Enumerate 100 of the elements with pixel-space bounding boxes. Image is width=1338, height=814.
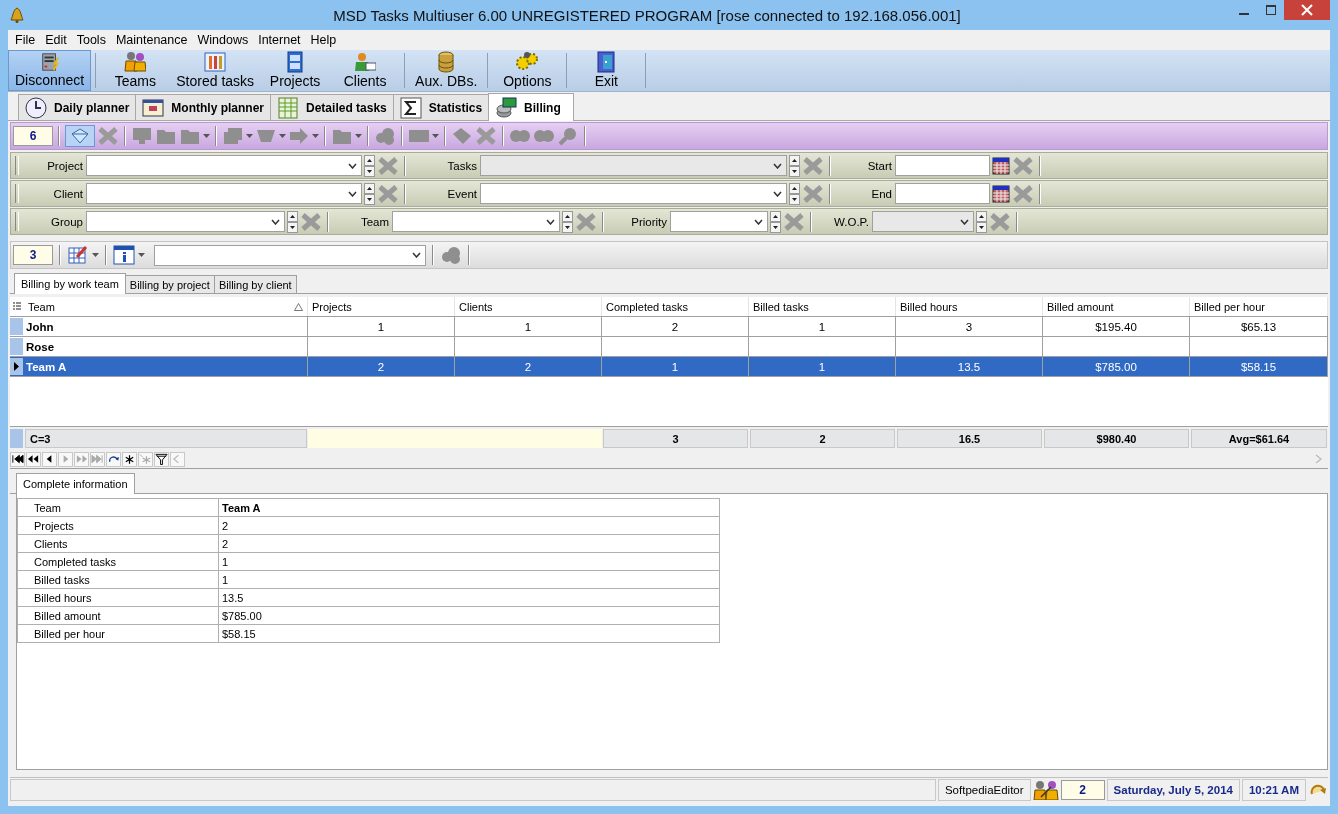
field-value: 13.5 <box>219 589 720 607</box>
menu-item[interactable]: Help <box>305 33 342 47</box>
tab[interactable]: Billing <box>488 93 574 121</box>
menu-item[interactable]: Internet <box>253 33 306 47</box>
calendar-icon[interactable] <box>992 156 1010 175</box>
spin-button[interactable] <box>789 154 800 177</box>
field-value: 2 <box>219 517 720 535</box>
info-icon[interactable] <box>113 245 135 265</box>
table-cell: 2 <box>671 320 679 333</box>
menu-item[interactable]: File <box>10 33 41 47</box>
toolbar-button[interactable]: Aux. DBs. <box>409 50 484 91</box>
delete-icon <box>475 126 497 146</box>
spin-button[interactable] <box>364 182 375 205</box>
table-cell: Rose <box>26 340 55 353</box>
field-value: $58.15 <box>219 625 720 643</box>
chevron-icon <box>546 218 555 225</box>
caret-icon <box>279 134 286 138</box>
field-label: Completed tasks <box>18 553 219 571</box>
tag-icon <box>451 126 473 146</box>
column-header[interactable]: Projects <box>308 297 455 316</box>
field-label: Billed tasks <box>18 571 219 589</box>
field-label: Priority <box>630 215 668 228</box>
column-header[interactable]: Billed tasks <box>749 297 896 316</box>
spin-button[interactable] <box>562 210 573 233</box>
tab[interactable]: Monthly planner <box>135 94 272 120</box>
delete-icon <box>377 183 399 204</box>
delete-icon <box>97 126 119 146</box>
table-cell: $65.13 <box>1240 320 1277 333</box>
tab[interactable]: Detailed tasks <box>270 94 394 120</box>
first-icon[interactable] <box>11 453 24 465</box>
toolbar-button[interactable]: Stored tasks <box>170 50 261 91</box>
menu-item[interactable]: Edit <box>40 33 72 47</box>
maximize-icon <box>1265 5 1276 15</box>
table-cell: 2 <box>524 360 532 373</box>
record-count: 3 <box>13 245 53 265</box>
summary-cell: Avg=$61.64 <box>1191 429 1327 448</box>
toolbar-button[interactable]: Projects <box>260 50 331 91</box>
column-header[interactable]: Billed per hour <box>1190 297 1328 316</box>
chevron-icon <box>960 218 969 225</box>
close-button[interactable] <box>1284 0 1330 20</box>
status-time: 10:21 AM <box>1241 779 1306 801</box>
table-row[interactable]: Team A 2 2 1 1 13.5 $785.00 $58.15 <box>10 356 1328 376</box>
table-cell: 1 <box>524 320 532 333</box>
chevron-icon <box>754 218 763 225</box>
tab[interactable]: Billing by work team <box>14 273 126 294</box>
table-row[interactable]: John 1 1 2 1 3 $195.40 $65.13 <box>10 316 1328 336</box>
chevron-icon <box>271 218 280 225</box>
column-header[interactable]: Billed amount <box>1043 297 1190 316</box>
column-header[interactable]: Clients <box>455 297 602 316</box>
chevron-icon <box>348 162 357 169</box>
toolbar-button[interactable]: Options <box>492 50 563 91</box>
field-label: Project <box>46 159 84 172</box>
tab[interactable]: Billing by project <box>124 275 215 293</box>
edit-grid-icon[interactable] <box>67 245 89 265</box>
column-header[interactable]: Completed tasks <box>602 297 749 316</box>
date-field[interactable] <box>895 183 990 204</box>
toolbar-button[interactable]: Disconnect <box>8 50 92 91</box>
menu-item[interactable]: Windows <box>192 33 254 47</box>
tab[interactable]: Statistics <box>392 94 490 120</box>
summary-cell: C=3 <box>25 429 307 448</box>
magnifier-icon <box>557 126 579 146</box>
asterisk-icon[interactable] <box>123 453 136 465</box>
delete-icon <box>802 183 824 204</box>
tab[interactable]: Complete information <box>16 473 135 494</box>
delete-icon <box>802 155 824 176</box>
filter-icon[interactable] <box>155 453 168 465</box>
spin-button[interactable] <box>976 210 987 233</box>
person-card-icon <box>354 51 377 73</box>
table-cell: 1 <box>818 320 826 333</box>
date-field[interactable] <box>895 155 990 176</box>
delete-icon <box>1012 183 1034 204</box>
field-label: Clients <box>18 535 219 553</box>
menu-item[interactable]: Maintenance <box>110 33 193 47</box>
column-header[interactable]: Billed hours <box>896 297 1043 316</box>
table-cell: Team A <box>26 360 67 373</box>
column-header[interactable]: Team <box>24 297 308 316</box>
spin-button[interactable] <box>770 210 781 233</box>
cloud-icon <box>440 245 462 265</box>
toolbar-button[interactable]: Exit <box>571 50 642 91</box>
menu-item[interactable]: Tools <box>71 33 111 47</box>
spin-button[interactable] <box>789 182 800 205</box>
refresh-icon[interactable] <box>107 453 120 465</box>
tab[interactable]: Daily planner <box>18 94 137 120</box>
spin-button[interactable] <box>287 210 298 233</box>
row-indicator <box>10 338 23 355</box>
table-cell: 1 <box>671 360 679 373</box>
spin-button[interactable] <box>364 154 375 177</box>
calendar-icon[interactable] <box>992 184 1010 203</box>
delete-icon <box>989 211 1011 232</box>
table-cell: 3 <box>965 320 973 333</box>
toolbar-button[interactable]: Clients <box>330 50 401 91</box>
monitor-icon <box>131 126 153 146</box>
combo-box[interactable] <box>154 244 426 266</box>
sort-icon <box>294 302 303 311</box>
toolbar-button[interactable]: Teams <box>100 50 171 91</box>
people-icon <box>124 51 147 73</box>
toolbar-button[interactable] <box>65 125 95 147</box>
window-title: MSD Tasks Multiuser 6.00 UNREGISTERED PROGRAM [rose connected to 192.168.056.001] <box>332 6 962 24</box>
previous-page-icon[interactable] <box>27 453 40 465</box>
tab[interactable]: Billing by client <box>213 275 297 293</box>
